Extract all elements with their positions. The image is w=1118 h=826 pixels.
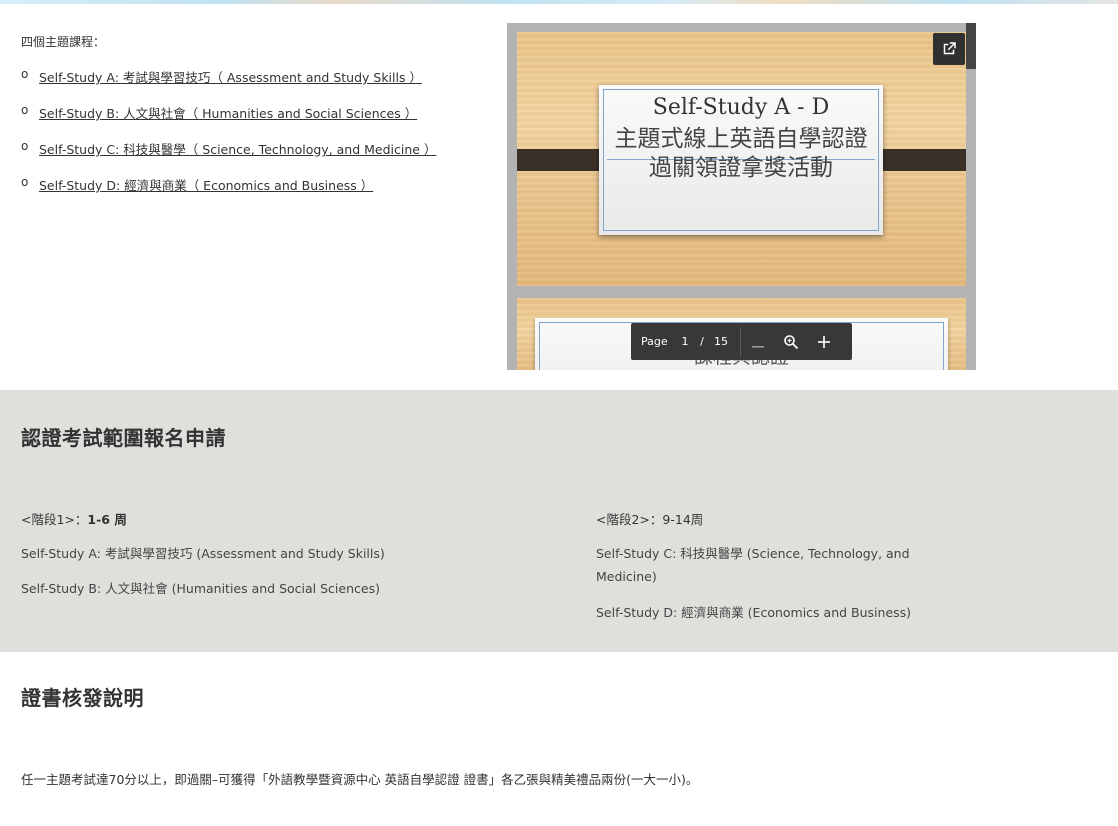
course-link-self-study-a[interactable]: Self-Study A: 考試與學習技巧（ Assessment and St… bbox=[39, 67, 422, 86]
list-item: o Self-Study A: 考試與學習技巧（ Assessment and … bbox=[21, 67, 436, 103]
bullet: o bbox=[21, 67, 29, 81]
stage-2-item: Self-Study C: 科技與醫學 (Science, Technology… bbox=[596, 546, 910, 584]
slide-band-right bbox=[876, 149, 966, 171]
zoom-button[interactable] bbox=[774, 323, 807, 360]
top-banner-image bbox=[0, 0, 1118, 4]
pdf-scrollbar-thumb[interactable] bbox=[966, 23, 976, 69]
exam-section-heading: 認證考試範圍報名申請 bbox=[21, 426, 226, 450]
current-page-input[interactable]: 1 bbox=[675, 335, 695, 348]
total-pages: 15 bbox=[714, 335, 728, 348]
stage-2-title: <階段2>：9-14周 bbox=[596, 512, 704, 527]
pdf-page-1: Self-Study A - D 主題式線上英語自學認證過關領證拿獎活動 bbox=[517, 32, 966, 286]
pdf-page-toolbar: Page 1 / 15 bbox=[631, 323, 852, 360]
bullet: o bbox=[21, 175, 29, 189]
plus-icon bbox=[817, 335, 830, 348]
open-in-new-window-button[interactable] bbox=[933, 33, 965, 65]
exam-section: 認證考試範圍報名申請 <階段1>：1-6 周 Self-Study A: 考試與… bbox=[0, 390, 1118, 652]
slide-title-card: Self-Study A - D 主題式線上英語自學認證過關領證拿獎活動 bbox=[599, 85, 883, 235]
open-in-new-icon bbox=[943, 42, 956, 55]
zoom-in-button[interactable] bbox=[807, 323, 840, 360]
course-link-self-study-b[interactable]: Self-Study B: 人文與社會（ Humanities and Soci… bbox=[39, 103, 417, 122]
page-label: Page bbox=[641, 335, 668, 348]
certificate-description: 任一主題考試達70分以上，即過關–可獲得「外語教學暨資源中心 英語自學認證 證書… bbox=[21, 772, 699, 787]
certificate-section-heading: 證書核發說明 bbox=[21, 686, 144, 710]
course-list-label: 四個主題課程： bbox=[21, 35, 106, 49]
stage-1-item: Self-Study A: 考試與學習技巧 (Assessment and St… bbox=[21, 546, 385, 561]
bullet: o bbox=[21, 103, 29, 117]
bullet: o bbox=[21, 139, 29, 153]
list-item: o Self-Study B: 人文與社會（ Humanities and So… bbox=[21, 103, 436, 139]
slide-subtitle: 主題式線上英語自學認證過關領證拿獎活動 bbox=[614, 126, 868, 181]
stage-1-title: <階段1>：1-6 周 bbox=[21, 509, 127, 528]
course-link-self-study-d[interactable]: Self-Study D: 經濟與商業（ Economics and Busin… bbox=[39, 175, 373, 194]
course-link-self-study-c[interactable]: Self-Study C: 科技與醫學（ Science, Technology… bbox=[39, 139, 436, 158]
pdf-scrollbar[interactable] bbox=[966, 23, 976, 370]
stage-1-item: Self-Study B: 人文與社會 (Humanities and Soci… bbox=[21, 581, 380, 596]
stage-1-label: <階段1>： bbox=[21, 512, 88, 527]
slide-title: Self-Study A - D bbox=[652, 95, 830, 120]
list-item: o Self-Study C: 科技與醫學（ Science, Technolo… bbox=[21, 139, 436, 175]
magnifier-icon bbox=[783, 334, 798, 349]
list-item: o Self-Study D: 經濟與商業（ Economics and Bus… bbox=[21, 175, 436, 211]
course-list: o Self-Study A: 考試與學習技巧（ Assessment and … bbox=[21, 67, 436, 211]
slide-band-left bbox=[517, 149, 605, 171]
stage-2-item: Self-Study D: 經濟與商業 (Economics and Busin… bbox=[596, 605, 912, 620]
page-separator: / bbox=[700, 335, 704, 348]
zoom-out-button[interactable] bbox=[741, 323, 774, 360]
pdf-viewer[interactable]: Self-Study A - D 主題式線上英語自學認證過關領證拿獎活動 課程與… bbox=[507, 23, 976, 370]
minus-icon bbox=[751, 345, 764, 348]
stage-1-weeks: 1-6 周 bbox=[87, 512, 127, 527]
